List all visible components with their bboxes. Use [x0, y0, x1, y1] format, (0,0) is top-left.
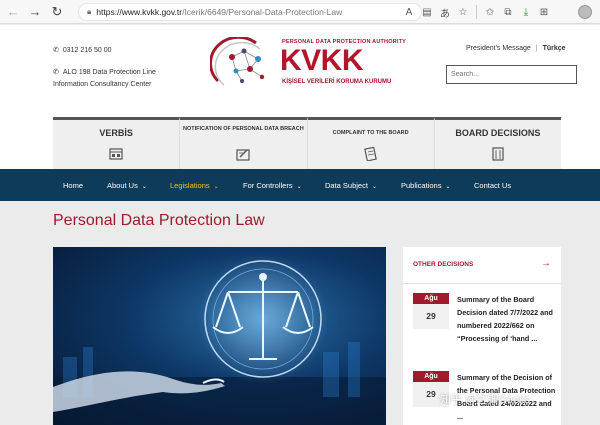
chevron-down-icon: ⌄	[296, 184, 302, 190]
nav-label: Contact Us	[474, 181, 512, 190]
breach-notification-icon	[236, 149, 250, 161]
nav-label: About Us	[107, 181, 138, 190]
tile-label: VERBİS	[99, 128, 133, 138]
nav-about-us[interactable]: About Us ⌄	[107, 181, 147, 190]
nav-label: Publications	[401, 181, 442, 190]
logo-subtitle: KİŞİSEL VERİLERİ KORUMA KURUMU	[282, 79, 392, 85]
kvkk-logo[interactable]: PERSONAL DATA PROTECTION AUTHORITY KVKK …	[210, 37, 406, 93]
phone-number: 0312 216 50 00	[62, 47, 112, 54]
tile-label: BOARD DECISIONS	[455, 128, 541, 138]
tile-verbis[interactable]: VERBİS	[53, 117, 181, 169]
nav-publications[interactable]: Publications ⌄	[401, 181, 450, 190]
phone-icon: ✆	[53, 69, 59, 76]
board-decisions-icon	[492, 147, 504, 161]
other-decisions-heading[interactable]: OTHER DECISIONS	[413, 261, 473, 268]
verbis-icon	[109, 148, 123, 160]
read-aloud-icon[interactable]: A	[400, 2, 418, 22]
immersive-reader-icon[interactable]: ▤	[418, 2, 436, 22]
phone-icon: ✆	[53, 47, 59, 54]
date-badge: Ağu 29	[413, 293, 449, 329]
page-title: Personal Data Protection Law	[53, 212, 265, 229]
url-path: /Icerik/6649/Personal-Data-Protection-La…	[182, 7, 343, 17]
tile-complaint[interactable]: COMPLAINT TO THE BOARD	[307, 117, 435, 169]
quick-links: VERBİS NOTIFICATION OF PERSONAL DATA BRE…	[53, 117, 561, 169]
collections-icon[interactable]: ⧉	[499, 2, 517, 22]
date-month: Ağu	[413, 293, 449, 304]
scales-of-justice-icon	[53, 254, 386, 425]
complaint-icon	[363, 147, 377, 161]
forward-icon[interactable]: →	[24, 1, 46, 23]
tile-label: NOTIFICATION OF PERSONAL DATA BREACH	[183, 126, 304, 132]
profile-avatar-icon[interactable]	[578, 5, 592, 19]
chevron-down-icon: ⌄	[445, 184, 451, 190]
chevron-down-icon: ⌄	[141, 184, 147, 190]
favorites-list-icon[interactable]: ✩	[481, 2, 499, 22]
nav-label: For Controllers	[243, 181, 293, 190]
browser-toolbar: ← → ↻ 🔒︎ https://www.kvkk.gov.tr/Icerik/…	[0, 0, 600, 24]
tile-label: COMPLAINT TO THE BOARD	[332, 130, 409, 136]
decision-title[interactable]: Summary of the Board Decision dated 7/7/…	[457, 293, 557, 345]
nav-label: Home	[63, 181, 84, 190]
watermark: 知乎 @兰钿Geeks	[440, 394, 531, 406]
lock-icon: 🔒︎	[87, 7, 92, 16]
presidents-message-link[interactable]: President's Message	[466, 45, 531, 52]
arrow-right-icon[interactable]: →	[541, 258, 551, 269]
language-switch[interactable]: Türkçe	[543, 45, 566, 52]
download-icon[interactable]: ⤓	[517, 2, 535, 22]
phone-contact: ✆ 0312 216 50 00	[53, 45, 112, 57]
address-bar[interactable]: 🔒︎ https://www.kvkk.gov.tr/Icerik/6649/P…	[78, 3, 422, 21]
nav-for-controllers[interactable]: For Controllers ⌄	[243, 181, 302, 190]
site-header: ✆ 0312 216 50 00 ✆ ALO 198 Data Protection…	[0, 25, 600, 116]
nav-data-subject[interactable]: Data Subject ⌄	[325, 181, 377, 190]
tile-board-decisions[interactable]: BOARD DECISIONS	[434, 117, 561, 169]
top-links: President's Message | Türkçe	[466, 45, 566, 52]
alo-contact: ✆ ALO 198 Data Protection Line Informatio…	[53, 67, 156, 91]
search-input[interactable]	[446, 65, 577, 84]
nav-home[interactable]: Home	[63, 181, 83, 190]
alo-line-1: ALO 198 Data Protection Line	[62, 69, 156, 76]
url-host: https://www.kvkk.gov.tr	[96, 7, 183, 17]
nav-label: Data Subject	[325, 181, 368, 190]
date-day: 29	[413, 304, 449, 329]
nav-legislations[interactable]: Legislations ⌄	[170, 181, 219, 190]
alo-line-2: Information Consultancy Center	[53, 81, 152, 88]
favorite-icon[interactable]: ☆	[454, 2, 472, 22]
tile-breach-notification[interactable]: NOTIFICATION OF PERSONAL DATA BREACH	[180, 117, 308, 169]
divider	[403, 283, 561, 284]
chevron-down-icon: ⌄	[371, 184, 377, 190]
extensions-icon[interactable]: ⊞	[535, 2, 553, 22]
translate-icon[interactable]: あ	[436, 2, 454, 22]
reload-icon[interactable]: ↻	[46, 1, 68, 23]
chevron-down-icon: ⌄	[213, 184, 219, 190]
back-icon[interactable]: ←	[2, 1, 24, 23]
main-navigation: Home About Us ⌄ Legislations ⌄ For Control…	[0, 169, 600, 201]
logo-wordmark: KVKK	[280, 44, 364, 77]
date-month: Ağu	[413, 371, 449, 382]
hero-image	[53, 247, 386, 425]
link-separator: |	[535, 45, 538, 52]
nav-label: Legislations	[170, 181, 210, 190]
network-globe-icon	[210, 37, 265, 86]
nav-contact-us[interactable]: Contact Us	[474, 181, 511, 190]
